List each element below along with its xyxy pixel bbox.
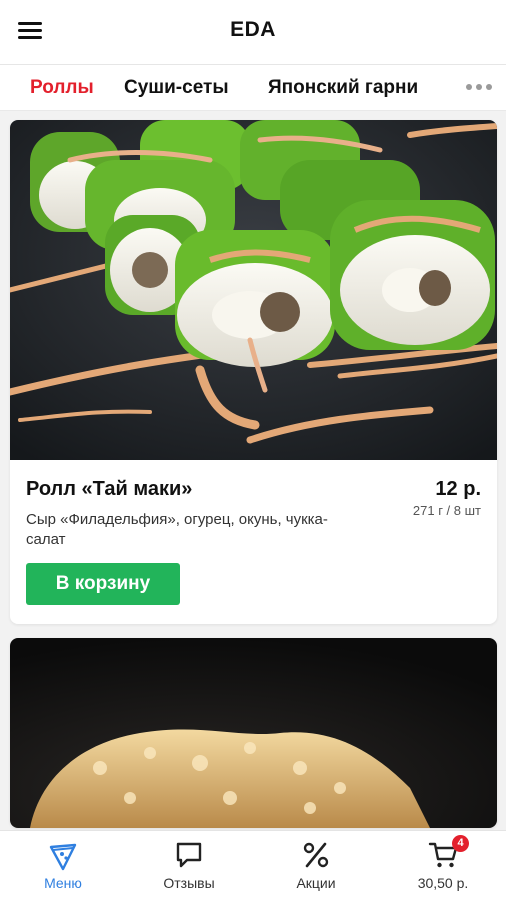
category-tabs: Роллы Суши-сеты Японский гарни [0,65,506,111]
chat-bubble-icon [176,842,202,868]
product-price: 12 р. [435,478,481,500]
nav-cart[interactable]: 4 30,50 р. [380,831,506,901]
pizza-slice-icon [49,843,77,871]
nav-promotions[interactable]: Акции [253,831,379,901]
product-card[interactable]: Ролл «Тай маки» 12 р. 271 г / 8 шт Сыр «… [10,120,497,624]
product-name: Ролл «Тай маки» [26,478,193,500]
percent-icon [303,842,329,868]
product-card[interactable] [10,638,497,828]
product-image [10,120,497,460]
tab-rolls[interactable]: Роллы [30,77,94,99]
product-image [10,638,497,828]
tab-japanese-garnish[interactable]: Японский гарни [268,77,418,99]
more-options-icon[interactable] [466,84,496,92]
product-weight: 271 г / 8 шт [412,503,481,518]
app-title: EDA [230,18,276,41]
cart-total-label: 30,50 р. [417,875,469,891]
product-description: Сыр «Филадельфия», огурец, окунь, чукка-… [26,511,328,548]
cart-count-badge: 4 [452,835,469,852]
app-header: EDA [0,0,506,65]
add-to-cart-button[interactable]: В корзину [26,563,180,605]
nav-menu[interactable]: Меню [0,831,126,901]
nav-menu-label: Меню [44,875,82,891]
nav-reviews-label: Отзывы [163,875,215,891]
nav-reviews[interactable]: Отзывы [126,831,252,901]
nav-promotions-label: Акции [296,875,336,891]
tab-sushi-sets[interactable]: Суши-сеты [124,77,229,99]
bottom-navigation: Меню Отзывы Акции 4 30,50 р. [0,830,506,901]
